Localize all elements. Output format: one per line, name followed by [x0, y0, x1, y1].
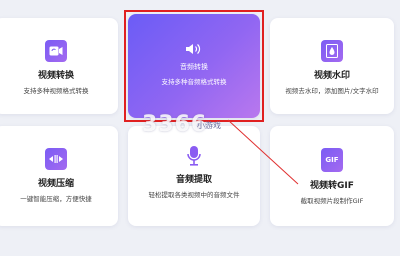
audio-convert-card[interactable]: 音频转换 支持多种音频格式转换 [128, 14, 260, 118]
video-to-gif-card[interactable]: GIF 视频转GIF 截取视频片段制作GIF [270, 126, 394, 226]
video-convert-card[interactable]: 视频转换 支持多种视频格式转换 [0, 18, 118, 114]
audio-extract-card[interactable]: 音频提取 轻松提取各类视频中的音频文件 [128, 126, 260, 226]
audio-extract-icon [184, 144, 204, 168]
card-desc: 轻松提取各类视频中的音频文件 [148, 191, 240, 199]
card-title: 视频转GIF [310, 181, 354, 191]
card-desc: 一键智能压缩，方便快捷 [20, 195, 92, 203]
video-compress-icon [45, 148, 67, 170]
card-title: 视频水印 [313, 71, 350, 81]
card-title: 音频转换 [180, 63, 208, 71]
card-desc: 支持多种视频格式转换 [23, 87, 89, 95]
video-convert-icon [45, 40, 67, 62]
site-watermark-label: 小游戏 [197, 121, 221, 130]
video-to-gif-icon: GIF [321, 148, 343, 172]
card-title: 音频提取 [175, 175, 212, 185]
video-watermark-icon [321, 40, 343, 62]
audio-convert-icon [184, 40, 204, 58]
card-title: 视频压缩 [37, 179, 74, 189]
video-compress-card[interactable]: 视频压缩 一键智能压缩，方便快捷 [0, 126, 118, 226]
card-title: 视频转换 [37, 71, 74, 81]
gif-badge-text: GIF [325, 156, 339, 164]
card-desc: 截取视频片段制作GIF [300, 197, 364, 205]
video-watermark-card[interactable]: 视频水印 视频去水印，添加图片/文字水印 [270, 18, 394, 114]
card-desc: 支持多种音频格式转换 [161, 78, 227, 86]
card-desc: 视频去水印，添加图片/文字水印 [285, 87, 379, 95]
